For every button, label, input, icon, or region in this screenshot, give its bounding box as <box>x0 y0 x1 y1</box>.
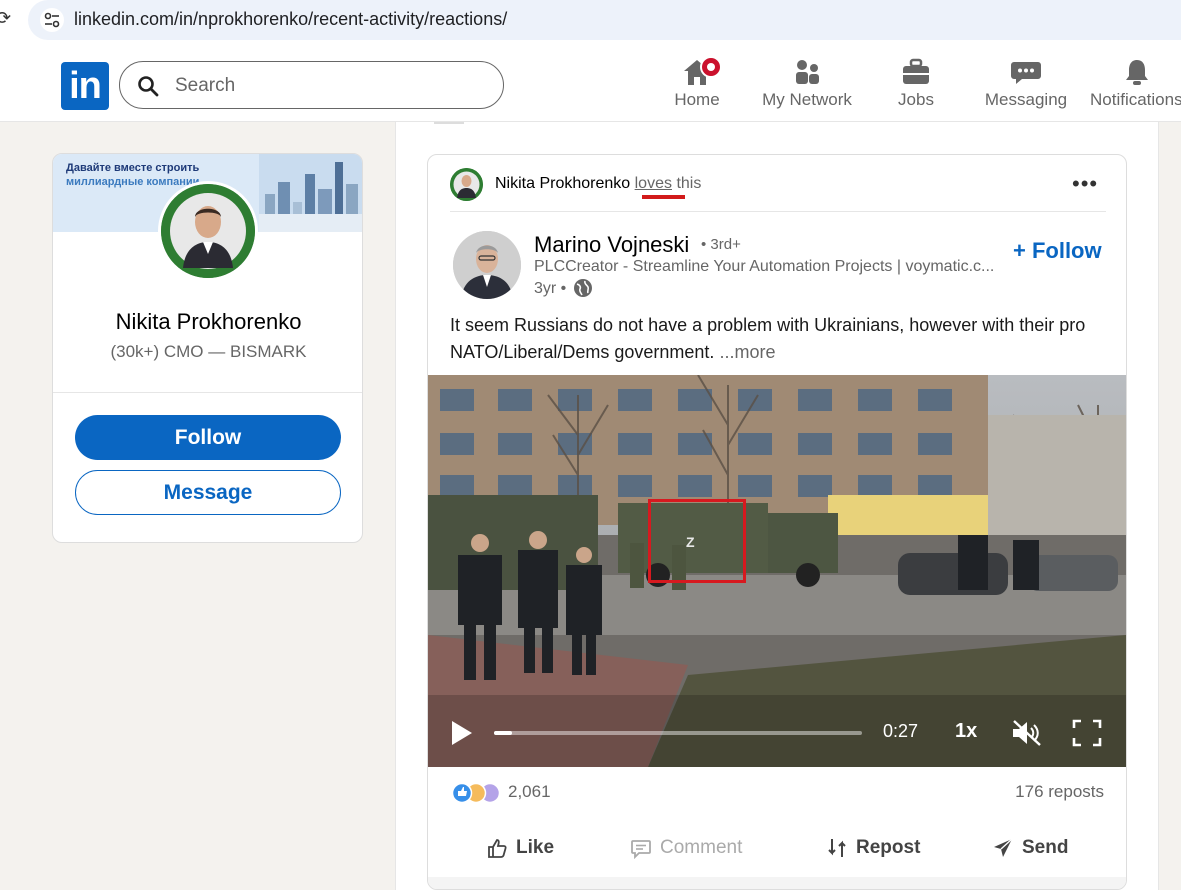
search-icon <box>138 76 159 97</box>
see-more-link[interactable]: ...more <box>719 342 775 362</box>
video-seekbar[interactable] <box>494 731 862 735</box>
reload-icon[interactable]: ⟳ <box>0 8 11 29</box>
send-icon <box>994 838 1013 857</box>
author-avatar[interactable] <box>453 231 521 299</box>
feed-post: Nikita Prokhorenko loves this ••• Marino… <box>427 154 1127 890</box>
video-progress <box>494 731 513 735</box>
search-box[interactable] <box>119 61 504 109</box>
briefcase-icon <box>890 54 942 90</box>
send-button[interactable]: Send <box>992 833 1068 863</box>
comment-label: Comment <box>660 837 743 858</box>
author-headline: PLCCreator - Streamline Your Automation … <box>534 258 995 275</box>
post-footer-strip <box>428 877 1126 889</box>
site-settings-icon[interactable] <box>40 8 64 32</box>
playback-speed-button[interactable]: 1x <box>955 720 977 743</box>
post-timestamp: 3yr • <box>534 280 567 297</box>
globe-icon <box>574 279 592 297</box>
play-icon[interactable] <box>452 721 472 745</box>
nav-jobs[interactable]: Jobs <box>890 54 942 114</box>
social-counts: 2,061 176 reposts <box>428 767 1126 817</box>
header-divider <box>450 211 1106 212</box>
reactor-name[interactable]: Nikita Prokhorenko <box>495 175 630 192</box>
card-divider <box>53 392 362 393</box>
nav-jobs-label: Jobs <box>898 90 934 109</box>
banner-text-line2: миллиардные компании <box>66 176 200 188</box>
nav-home[interactable]: Home <box>672 54 722 114</box>
network-icon <box>760 54 854 90</box>
search-input[interactable] <box>175 74 475 98</box>
reaction-text: Nikita Prokhorenko loves this <box>495 175 701 193</box>
nav-messaging[interactable]: Messaging <box>982 54 1070 114</box>
bell-icon <box>1090 54 1181 90</box>
repost-button[interactable]: Repost <box>826 833 920 863</box>
like-label: Like <box>516 837 555 858</box>
skyline-illustration <box>259 154 362 232</box>
fullscreen-icon[interactable] <box>1072 719 1102 747</box>
video-time: 0:27 <box>883 721 919 741</box>
repost-label: Repost <box>856 837 921 858</box>
chat-icon <box>982 54 1070 90</box>
muted-speaker-icon[interactable] <box>1010 719 1042 747</box>
linkedin-logo[interactable]: in <box>61 62 109 110</box>
profile-headline: (30k+) CMO — BISMARK <box>110 342 307 361</box>
post-actions: Like Comment Repost Send <box>428 817 1126 877</box>
nav-messaging-label: Messaging <box>984 90 1068 109</box>
reaction-suffix: this <box>676 175 702 192</box>
nav-notifications[interactable]: Notifications <box>1090 54 1181 114</box>
reactions-count[interactable]: 2,061 <box>508 782 551 802</box>
nav-home-label: Home <box>674 90 720 109</box>
annotation-highlight-box <box>648 499 746 583</box>
post-body: It seem Russians do not have a problem w… <box>450 312 1110 366</box>
nav-notifications-label: Notifications <box>1090 90 1181 109</box>
browser-address-bar: ⟳ linkedin.com/in/nprokhorenko/recent-ac… <box>0 0 1181 40</box>
profile-avatar[interactable] <box>158 181 258 281</box>
follow-button[interactable]: Follow <box>75 415 341 460</box>
nav-my-network-label: My Network <box>762 90 852 109</box>
post-video[interactable]: Z 0:27 1x <box>428 375 1126 767</box>
send-label: Send <box>1022 837 1069 858</box>
url-field[interactable]: linkedin.com/in/nprokhorenko/recent-acti… <box>28 0 1181 40</box>
top-navigation: in Home My Network Jobs Messaging Notifi… <box>0 40 1181 122</box>
repost-icon <box>828 839 846 857</box>
like-button[interactable]: Like <box>486 833 554 863</box>
message-button[interactable]: Message <box>75 470 341 515</box>
profile-name[interactable]: Nikita Prokhorenko <box>53 309 362 335</box>
nav-my-network[interactable]: My Network <box>760 54 854 114</box>
comment-button[interactable]: Comment <box>630 833 742 863</box>
more-options-icon[interactable]: ••• <box>1072 171 1098 197</box>
reaction-header: Nikita Prokhorenko loves this ••• <box>428 155 1126 212</box>
author-name[interactable]: Marino Vojneski <box>534 232 689 258</box>
follow-author-link[interactable]: + Follow <box>1013 238 1102 264</box>
url-text: linkedin.com/in/nprokhorenko/recent-acti… <box>74 9 508 29</box>
connection-degree: • 3rd+ <box>701 236 741 253</box>
reposts-count[interactable]: 176 reposts <box>1015 782 1104 802</box>
comment-icon <box>631 840 651 859</box>
video-controls: 0:27 1x <box>428 705 1126 767</box>
reaction-icons[interactable] <box>450 781 504 805</box>
notification-dot-badge <box>700 56 722 78</box>
annotation-underline <box>642 195 685 199</box>
feed-top-divider <box>434 122 464 124</box>
reactor-avatar[interactable] <box>450 168 483 201</box>
profile-card: Давайте вместе строить миллиардные компа… <box>52 153 363 543</box>
reaction-verb: loves <box>634 175 672 192</box>
banner-text-line1: Давайте вместе строить <box>66 162 200 174</box>
like-icon <box>488 839 507 858</box>
